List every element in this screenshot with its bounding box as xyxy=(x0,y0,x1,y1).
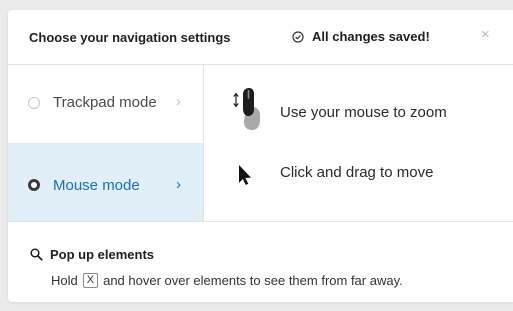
move-instruction-text: Click and drag to move xyxy=(280,164,434,181)
popup-title-text: Pop up elements xyxy=(50,247,155,262)
mouse-mode-label: Mouse mode xyxy=(53,177,140,194)
panel-header: Choose your navigation settings All chan… xyxy=(8,10,513,65)
mode-option-mouse[interactable]: Mouse mode › xyxy=(8,144,203,222)
popup-section-title: Pop up elements xyxy=(30,247,154,262)
close-icon[interactable]: × xyxy=(481,26,490,43)
popup-description: Hold X and hover over elements to see th… xyxy=(51,273,403,288)
chevron-right-icon: › xyxy=(176,176,181,193)
section-divider xyxy=(8,221,513,222)
magnifier-icon xyxy=(30,248,43,261)
keyboard-key-x: X xyxy=(82,273,99,288)
mode-option-trackpad[interactable]: Trackpad mode › xyxy=(8,65,203,144)
mode-list: Trackpad mode › Mouse mode › xyxy=(8,65,204,222)
cursor-arrow-icon xyxy=(239,165,251,185)
instruction-zoom: Use your mouse to zoom xyxy=(204,85,513,135)
save-status-text: All changes saved! xyxy=(312,29,430,44)
trackpad-mode-label: Trackpad mode xyxy=(53,94,157,111)
chevron-right-icon: › xyxy=(176,93,181,110)
instruction-move: Click and drag to move xyxy=(204,161,513,211)
mode-instructions: Use your mouse to zoom Click and drag to… xyxy=(204,65,513,222)
save-status: All changes saved! xyxy=(292,29,430,44)
trackpad-radio[interactable] xyxy=(28,97,40,109)
mouse-scroll-icon xyxy=(233,88,260,130)
popup-desc-prefix: Hold xyxy=(51,273,78,288)
navigation-settings-panel: Choose your navigation settings All chan… xyxy=(8,10,513,302)
zoom-instruction-text: Use your mouse to zoom xyxy=(280,104,447,121)
panel-title: Choose your navigation settings xyxy=(29,30,231,45)
mouse-radio[interactable] xyxy=(28,179,40,191)
check-circle-icon xyxy=(292,30,304,43)
popup-desc-suffix: and hover over elements to see them from… xyxy=(103,273,403,288)
